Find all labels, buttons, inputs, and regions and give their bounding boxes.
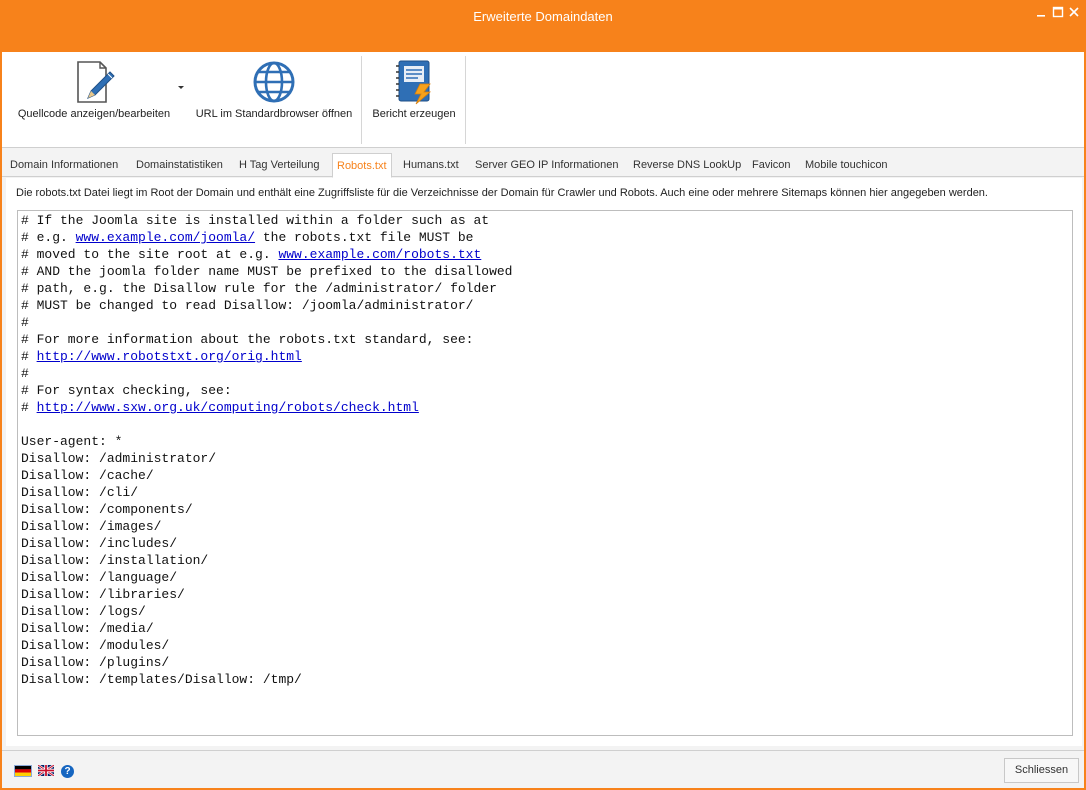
- tab-domain-informationen[interactable]: Domain Informationen: [6, 153, 122, 177]
- robots-line: Disallow: /templates/Disallow: /tmp/: [21, 671, 512, 688]
- robots-text: # moved to the site root at e.g.: [21, 247, 279, 262]
- robots-line: Disallow: /images/: [21, 518, 512, 535]
- robots-text: Disallow: /logs/: [21, 604, 146, 619]
- robots-text: #: [21, 315, 29, 330]
- robots-text-area[interactable]: # If the Joomla site is installed within…: [17, 210, 1073, 736]
- robots-line: Disallow: /language/: [21, 569, 512, 586]
- robots-line: Disallow: /administrator/: [21, 450, 512, 467]
- german-flag-icon[interactable]: [14, 765, 32, 777]
- create-report-label: Bericht erzeugen: [372, 108, 456, 120]
- robots-line: # For more information about the robots.…: [21, 331, 512, 348]
- tab-domainstatistiken[interactable]: Domainstatistiken: [132, 153, 227, 177]
- robots-text: User-agent: *: [21, 434, 123, 449]
- close-button[interactable]: Schliessen: [1004, 758, 1079, 783]
- robots-line: # For syntax checking, see:: [21, 382, 512, 399]
- robots-text: Disallow: /cli/: [21, 485, 139, 500]
- tab-robots-txt[interactable]: Robots.txt: [332, 153, 392, 178]
- robots-line: Disallow: /media/: [21, 620, 512, 637]
- view-source-label: Quellcode anzeigen/bearbeiten: [17, 108, 171, 120]
- globe-icon: [250, 58, 298, 106]
- robots-text: #: [21, 400, 37, 415]
- help-icon[interactable]: ?: [61, 765, 74, 778]
- robots-line: # http://www.sxw.org.uk/computing/robots…: [21, 399, 512, 416]
- robots-text: Disallow: /administrator/: [21, 451, 217, 466]
- robots-link[interactable]: www.example.com/robots.txt: [278, 247, 481, 262]
- ribbon-toolbar: Quellcode anzeigen/bearbeiten URL im Sta…: [2, 52, 1084, 148]
- robots-text: Disallow: /includes/: [21, 536, 178, 551]
- robots-text: # path, e.g. the Disallow rule for the /…: [21, 281, 497, 296]
- robots-text: # MUST be changed to read Disallow: /joo…: [21, 298, 474, 313]
- robots-text: # If the Joomla site is installed within…: [21, 213, 490, 228]
- robots-line: Disallow: /logs/: [21, 603, 512, 620]
- tab-bar: Domain Informationen Domainstatistiken H…: [2, 153, 1084, 178]
- tab-server-geo-ip[interactable]: Server GEO IP Informationen: [471, 153, 622, 177]
- tab-reverse-dns-lookup[interactable]: Reverse DNS LookUp: [629, 153, 745, 177]
- window-title: Erweiterte Domaindaten: [473, 9, 613, 24]
- robots-link[interactable]: www.example.com/joomla/: [76, 230, 255, 245]
- robots-line: Disallow: /components/: [21, 501, 512, 518]
- tab-mobile-touchicon[interactable]: Mobile touchicon: [801, 153, 892, 177]
- view-source-button[interactable]: Quellcode anzeigen/bearbeiten: [6, 52, 182, 146]
- title-bar: Erweiterte Domaindaten: [0, 0, 1086, 52]
- robots-line: Disallow: /cache/: [21, 467, 512, 484]
- robots-text: Disallow: /templates/Disallow: /tmp/: [21, 672, 302, 687]
- robots-text: Disallow: /modules/: [21, 638, 170, 653]
- ribbon-separator: [465, 56, 466, 144]
- robots-line: #: [21, 314, 512, 331]
- tab-humans-txt[interactable]: Humans.txt: [399, 153, 463, 177]
- robots-text: # e.g.: [21, 230, 76, 245]
- robots-text: # For syntax checking, see:: [21, 383, 232, 398]
- robots-text: Disallow: /language/: [21, 570, 178, 585]
- robots-line: # moved to the site root at e.g. www.exa…: [21, 246, 512, 263]
- robots-description: Die robots.txt Datei liegt im Root der D…: [16, 187, 988, 199]
- uk-flag-icon[interactable]: [38, 765, 56, 777]
- open-in-browser-label: URL im Standardbrowser öffnen: [195, 108, 353, 120]
- robots-line: # http://www.robotstxt.org/orig.html: [21, 348, 512, 365]
- app-window: Erweiterte Domaindaten Quellcode anzeige…: [0, 0, 1086, 790]
- robots-line: Disallow: /plugins/: [21, 654, 512, 671]
- robots-text: #: [21, 349, 37, 364]
- robots-panel: Die robots.txt Datei liegt im Root der D…: [6, 178, 1082, 746]
- robots-text: # For more information about the robots.…: [21, 332, 474, 347]
- chevron-down-icon[interactable]: [178, 86, 184, 89]
- robots-text: Disallow: /images/: [21, 519, 162, 534]
- robots-text: #: [21, 366, 29, 381]
- tab-h-tag-verteilung[interactable]: H Tag Verteilung: [235, 153, 324, 177]
- tab-favicon[interactable]: Favicon: [748, 153, 795, 177]
- robots-line: Disallow: /cli/: [21, 484, 512, 501]
- robots-text: Disallow: /plugins/: [21, 655, 170, 670]
- robots-text: Disallow: /installation/: [21, 553, 209, 568]
- robots-line: # AND the joomla folder name MUST be pre…: [21, 263, 512, 280]
- robots-line: # e.g. www.example.com/joomla/ the robot…: [21, 229, 512, 246]
- status-bar: ? Schliessen: [2, 750, 1084, 788]
- report-notebook-icon: [390, 58, 438, 106]
- ribbon-separator: [361, 56, 362, 144]
- create-report-button[interactable]: Bericht erzeugen: [364, 52, 464, 146]
- robots-line: # MUST be changed to read Disallow: /joo…: [21, 297, 512, 314]
- robots-line: Disallow: /modules/: [21, 637, 512, 654]
- robots-line: User-agent: *: [21, 433, 512, 450]
- robots-text: Disallow: /components/: [21, 502, 193, 517]
- edit-document-icon: [70, 58, 118, 106]
- minimize-icon[interactable]: [1032, 4, 1050, 22]
- robots-text: Disallow: /cache/: [21, 468, 154, 483]
- robots-line: # If the Joomla site is installed within…: [21, 212, 512, 229]
- robots-text: Disallow: /media/: [21, 621, 154, 636]
- robots-text: # AND the joomla folder name MUST be pre…: [21, 264, 513, 279]
- open-in-browser-button[interactable]: URL im Standardbrowser öffnen: [188, 52, 360, 146]
- robots-line: Disallow: /installation/: [21, 552, 512, 569]
- robots-line: [21, 416, 512, 433]
- robots-line: Disallow: /libraries/: [21, 586, 512, 603]
- close-icon[interactable]: [1065, 4, 1083, 22]
- robots-link[interactable]: http://www.sxw.org.uk/computing/robots/c…: [37, 400, 419, 415]
- robots-text: the robots.txt file MUST be: [255, 230, 474, 245]
- robots-text: Disallow: /libraries/: [21, 587, 185, 602]
- robots-line: Disallow: /includes/: [21, 535, 512, 552]
- robots-content: # If the Joomla site is installed within…: [21, 212, 512, 688]
- robots-line: #: [21, 365, 512, 382]
- robots-link[interactable]: http://www.robotstxt.org/orig.html: [37, 349, 302, 364]
- robots-line: # path, e.g. the Disallow rule for the /…: [21, 280, 512, 297]
